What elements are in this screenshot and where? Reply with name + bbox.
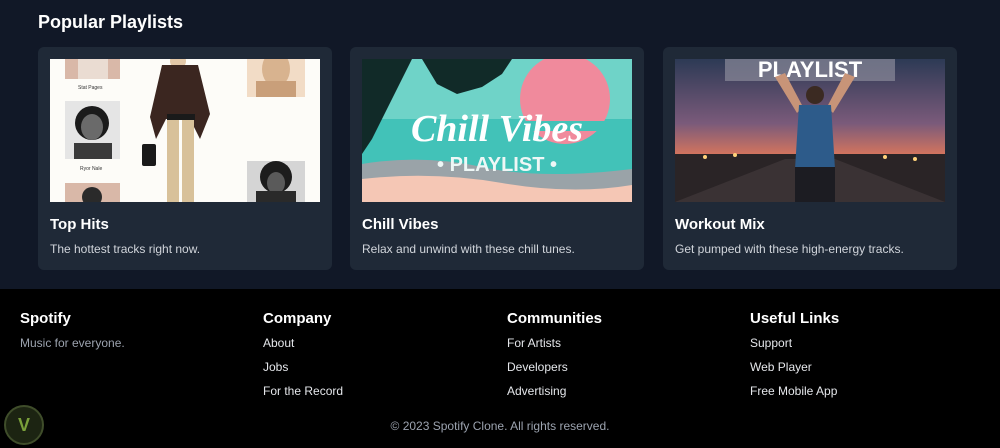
footer-column-communities: Communities For Artists Developers Adver…	[507, 310, 602, 403]
photo-caption-2: Ryor Nale	[80, 166, 102, 172]
playlist-title[interactable]: Chill Vibes	[362, 216, 438, 233]
playlist-title[interactable]: Top Hits	[50, 216, 109, 233]
playlist-cover-workout-mix: PLAYLIST	[675, 59, 945, 202]
playlist-title[interactable]: Workout Mix	[675, 216, 765, 233]
footer-link-about[interactable]: About	[263, 331, 343, 355]
playlist-card-chill-vibes[interactable]: Chill Vibes • PLAYLIST • Chill Vibes Rel…	[350, 47, 644, 270]
cover-subtitle-text: • PLAYLIST •	[437, 154, 557, 176]
badge-letter: V	[17, 414, 30, 435]
footer-link-for-artists[interactable]: For Artists	[507, 331, 602, 355]
playlist-card-top-hits[interactable]: Stat Pages Ryor Nale Top Hits The hottes…	[38, 47, 332, 270]
footer-copyright: © 2023 Spotify Clone. All rights reserve…	[390, 419, 610, 433]
footer-column-title: Useful Links	[750, 310, 840, 327]
site-footer: Spotify Music for everyone. Company Abou…	[0, 289, 1000, 448]
playlist-cover-chill-vibes: Chill Vibes • PLAYLIST •	[362, 59, 632, 202]
footer-link-advertising[interactable]: Advertising	[507, 379, 602, 403]
cover-title-text: Chill Vibes	[411, 108, 583, 150]
playlist-card-workout-mix[interactable]: PLAYLIST Workout Mix Get pumped with the…	[663, 47, 957, 270]
footer-link-free-mobile-app[interactable]: Free Mobile App	[750, 379, 839, 403]
footer-column-company: Company About Jobs For the Record	[263, 310, 343, 403]
playlist-description: The hottest tracks right now.	[50, 242, 201, 256]
photo-caption-1: Stat Pages	[78, 85, 103, 91]
footer-tagline: Music for everyone.	[20, 336, 125, 350]
footer-column-title: Company	[263, 310, 332, 327]
footer-column-useful-links: Useful Links Support Web Player Free Mob…	[750, 310, 839, 403]
playlist-description: Relax and unwind with these chill tunes.	[362, 242, 575, 256]
playlist-cover-top-hits: Stat Pages Ryor Nale	[50, 59, 320, 202]
section-title: Popular Playlists	[38, 12, 184, 32]
popular-playlists-section: Popular Playlists Stat Pages Ryor Nale T…	[0, 0, 1000, 289]
v-logo-icon[interactable]: V	[4, 405, 44, 445]
footer-link-web-player[interactable]: Web Player	[750, 355, 839, 379]
footer-column-title: Communities	[507, 310, 603, 327]
footer-link-support[interactable]: Support	[750, 331, 839, 355]
footer-brand: Spotify Music for everyone.	[20, 310, 125, 350]
footer-link-developers[interactable]: Developers	[507, 355, 602, 379]
footer-link-jobs[interactable]: Jobs	[263, 355, 343, 379]
footer-brand-title: Spotify	[20, 310, 71, 327]
footer-link-for-the-record[interactable]: For the Record	[263, 379, 343, 403]
playlist-description: Get pumped with these high-energy tracks…	[675, 242, 904, 256]
